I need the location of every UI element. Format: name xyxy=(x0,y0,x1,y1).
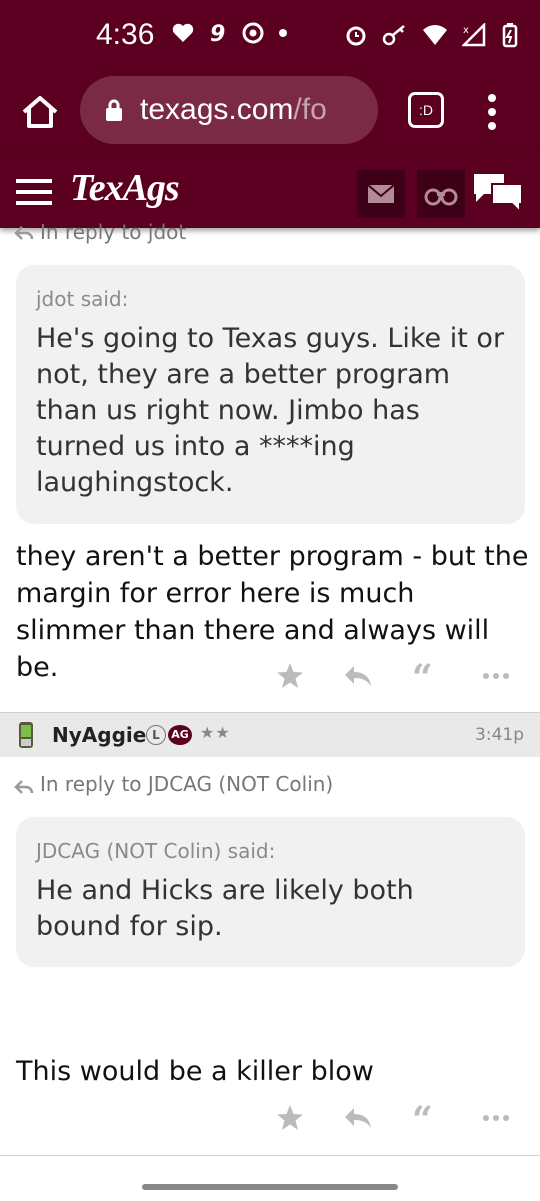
watchlist-button[interactable] xyxy=(417,170,465,218)
menu-dots-icon[interactable] xyxy=(480,90,504,134)
dot-icon xyxy=(279,29,287,37)
svg-text:“: “ xyxy=(412,1102,433,1134)
post1-quote: jdot said: He's going to Texas guys. Lik… xyxy=(16,265,525,524)
site-logo[interactable]: TexAgs xyxy=(70,166,180,210)
more-icon[interactable] xyxy=(480,660,512,692)
post1-quote-author: jdot said: xyxy=(36,287,129,311)
mail-icon xyxy=(367,184,395,203)
ag-badge: AG xyxy=(168,725,192,745)
svg-text:9: 9 xyxy=(210,22,225,44)
svg-text:x: x xyxy=(463,25,469,36)
key-icon xyxy=(382,25,405,46)
post2-username[interactable]: NyAggie xyxy=(52,723,146,747)
status-time: 4:36 xyxy=(96,18,155,51)
star-icon[interactable] xyxy=(274,660,306,692)
messages-button[interactable] xyxy=(357,170,405,218)
reply-icon[interactable] xyxy=(342,1102,374,1134)
reply-arrow-icon xyxy=(14,226,34,240)
lock-icon xyxy=(106,99,122,121)
status-notification-icons: 9 xyxy=(172,22,288,44)
reply-arrow-icon xyxy=(14,780,34,794)
hamburger-icon[interactable] xyxy=(16,177,52,207)
phone-icon xyxy=(19,722,33,748)
post1-reply-to-label: In reply to jdot xyxy=(40,220,187,244)
svg-text:“: “ xyxy=(412,660,433,692)
post2-time: 3:41p xyxy=(475,725,524,745)
status-system-icons: x xyxy=(344,22,518,48)
binoculars-icon xyxy=(424,188,458,206)
quote-icon[interactable]: “ xyxy=(410,660,442,692)
post2-quote-text: He and Hicks are likely both bound for s… xyxy=(36,875,414,942)
url-path: /fo xyxy=(293,93,327,126)
post2-quote: JDCAG (NOT Colin) said: He and Hicks are… xyxy=(16,817,525,967)
post1-actions: “ xyxy=(270,660,520,696)
post2-quote-author: JDCAG (NOT Colin) said: xyxy=(36,839,276,863)
battery-icon xyxy=(502,23,518,48)
post1-quote-text: He's going to Texas guys. Like it or not… xyxy=(36,323,505,498)
status-bar: 4:36 9 x xyxy=(0,0,540,72)
next-post-header-peek xyxy=(0,1155,540,1201)
alarm-icon xyxy=(346,26,366,46)
chrome-icon xyxy=(242,22,264,44)
tab-switcher-button[interactable]: :D xyxy=(408,92,444,128)
post2-header: NyAggie L AG ★★ 3:41p xyxy=(0,712,540,757)
nine-app-icon: 9 xyxy=(210,22,225,44)
url-text: texags.com/fo xyxy=(140,93,327,127)
post2-text: This would be a killer blow xyxy=(16,1056,374,1087)
wifi-icon xyxy=(423,25,447,45)
gesture-navigation-bar[interactable] xyxy=(142,1184,398,1190)
site-header: TexAgs xyxy=(0,152,540,228)
quote-icon[interactable]: “ xyxy=(410,1102,442,1134)
signal-icon: x xyxy=(462,23,486,47)
post1-reply-to[interactable]: In reply to jdot xyxy=(14,220,186,244)
post2-reply-to[interactable]: In reply to JDCAG (NOT Colin) xyxy=(14,772,333,796)
heart-icon xyxy=(172,23,194,42)
chat-icon[interactable] xyxy=(472,170,524,218)
more-icon[interactable] xyxy=(480,1102,512,1134)
address-bar[interactable]: texags.com/fo xyxy=(80,76,378,144)
post2-stars: ★★ xyxy=(200,723,231,742)
browser-toolbar: texags.com/fo :D xyxy=(0,72,540,152)
legacy-badge: L xyxy=(146,725,166,745)
star-icon[interactable] xyxy=(274,1102,306,1134)
home-icon[interactable] xyxy=(18,90,62,134)
post2-reply-to-label: In reply to JDCAG (NOT Colin) xyxy=(40,772,334,796)
url-domain: texags.com xyxy=(140,93,294,126)
reply-icon[interactable] xyxy=(342,660,374,692)
post2-actions: “ xyxy=(270,1102,520,1138)
